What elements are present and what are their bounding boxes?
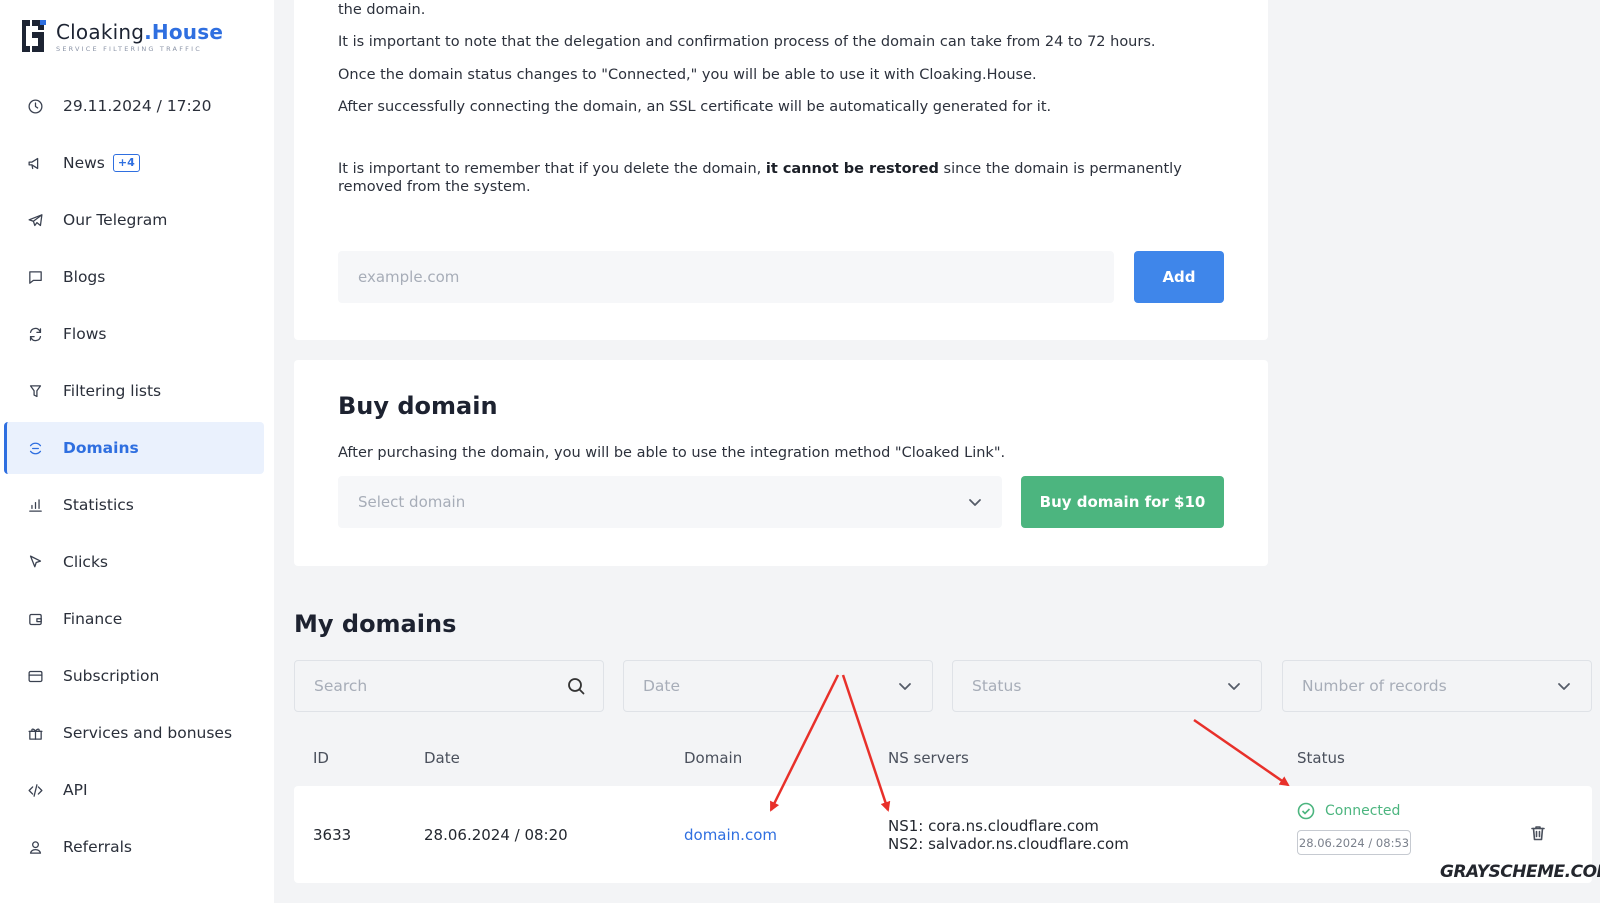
search-placeholder: Search bbox=[314, 677, 368, 695]
sidebar-item-subscription[interactable]: Subscription bbox=[4, 650, 264, 702]
delegation-text: It is important to note that the delegat… bbox=[338, 34, 1156, 50]
status-label: Connected bbox=[1325, 803, 1401, 819]
ns2-value: NS2: salvador.ns.cloudflare.com bbox=[888, 835, 1129, 853]
news-count-badge: +4 bbox=[112, 154, 140, 172]
domain-input[interactable]: example.com bbox=[338, 251, 1114, 303]
delete-domain-button[interactable] bbox=[1529, 824, 1547, 842]
buy-domain-button[interactable]: Buy domain for $10 bbox=[1021, 476, 1224, 528]
sidebar-item-news[interactable]: News +4 bbox=[4, 137, 264, 189]
chat-bubble-icon bbox=[26, 268, 44, 286]
column-header-ns-servers: NS servers bbox=[888, 749, 969, 767]
records-filter-dropdown[interactable]: Number of records bbox=[1282, 660, 1592, 712]
sidebar-item-label: Domains bbox=[63, 439, 139, 457]
select-domain-dropdown[interactable]: Select domain bbox=[338, 476, 1002, 528]
sidebar-item-filtering-lists[interactable]: Filtering lists bbox=[4, 365, 264, 417]
chevron-down-icon bbox=[1227, 679, 1241, 693]
sidebar-nav: 29.11.2024 / 17:20 News +4 Our Telegram … bbox=[4, 80, 264, 878]
sidebar-item-label: Referrals bbox=[63, 838, 132, 856]
status-filter-dropdown[interactable]: Status bbox=[952, 660, 1262, 712]
sidebar-item-referrals[interactable]: Referrals bbox=[4, 821, 264, 873]
code-icon bbox=[26, 781, 44, 799]
sidebar-item-clicks[interactable]: Clicks bbox=[4, 536, 264, 588]
chevron-down-icon bbox=[1557, 679, 1571, 693]
sidebar-item-label: Blogs bbox=[63, 268, 106, 286]
buy-domain-title: Buy domain bbox=[338, 392, 498, 420]
sidebar-item-api[interactable]: API bbox=[4, 764, 264, 816]
check-circle-icon bbox=[1297, 802, 1315, 820]
domain-link[interactable]: domain.com bbox=[684, 826, 777, 844]
logo[interactable]: Cloaking.House SERVICE FILTERING TRAFFIC bbox=[18, 18, 223, 54]
sidebar-item-flows[interactable]: Flows bbox=[4, 308, 264, 360]
sidebar-item-label: News bbox=[63, 154, 105, 172]
sidebar: Cloaking.House SERVICE FILTERING TRAFFIC… bbox=[0, 0, 274, 903]
clock-icon bbox=[26, 97, 44, 115]
connected-text: Once the domain status changes to "Conne… bbox=[338, 67, 1037, 83]
sidebar-item-blogs[interactable]: Blogs bbox=[4, 251, 264, 303]
filter-icon bbox=[26, 382, 44, 400]
sidebar-item-label: Services and bonuses bbox=[63, 724, 233, 742]
domain-icon bbox=[26, 439, 44, 457]
sidebar-datetime: 29.11.2024 / 17:20 bbox=[4, 80, 264, 132]
column-header-status: Status bbox=[1297, 749, 1345, 767]
sidebar-item-label: Subscription bbox=[63, 667, 160, 685]
search-icon bbox=[567, 677, 585, 695]
sidebar-item-statistics[interactable]: Statistics bbox=[4, 479, 264, 531]
select-domain-placeholder: Select domain bbox=[358, 493, 466, 511]
sidebar-item-label: Our Telegram bbox=[63, 211, 168, 229]
trash-icon bbox=[1531, 826, 1545, 841]
card-icon bbox=[26, 667, 44, 685]
domain-id: 3633 bbox=[313, 826, 352, 844]
my-domains-title: My domains bbox=[294, 610, 457, 638]
logo-title: Cloaking.House bbox=[56, 19, 224, 44]
column-header-date: Date bbox=[424, 749, 460, 767]
buy-domain-description: After purchasing the domain, you will be… bbox=[338, 445, 1006, 461]
add-button[interactable]: Add bbox=[1134, 251, 1224, 303]
records-filter-label: Number of records bbox=[1302, 677, 1447, 695]
sidebar-item-finance[interactable]: Finance bbox=[4, 593, 264, 645]
logo-tagline: SERVICE FILTERING TRAFFIC bbox=[56, 44, 202, 53]
cursor-icon bbox=[26, 553, 44, 571]
buy-domain-card: Buy domain After purchasing the domain, … bbox=[294, 360, 1268, 566]
chevron-down-icon bbox=[898, 679, 912, 693]
telegram-icon bbox=[26, 211, 44, 229]
sidebar-item-label: API bbox=[63, 781, 88, 799]
refresh-icon bbox=[26, 325, 44, 343]
wallet-icon bbox=[26, 610, 44, 628]
sidebar-item-label: Statistics bbox=[63, 496, 134, 514]
status-filter-label: Status bbox=[972, 677, 1022, 695]
date-filter-label: Date bbox=[643, 677, 681, 695]
sidebar-item-telegram[interactable]: Our Telegram bbox=[4, 194, 264, 246]
table-row: 3633 28.06.2024 / 08:20 domain.com NS1: … bbox=[294, 786, 1592, 883]
ssl-text: After successfully connecting the domain… bbox=[338, 99, 1052, 115]
sidebar-item-label: Clicks bbox=[63, 553, 109, 571]
search-input[interactable]: Search bbox=[294, 660, 604, 712]
delete-warning-text: It is important to remember that if you … bbox=[338, 161, 1182, 195]
sidebar-item-label: Finance bbox=[63, 610, 123, 628]
sidebar-item-label: Filtering lists bbox=[63, 382, 162, 400]
sidebar-item-domains[interactable]: Domains bbox=[4, 422, 264, 474]
user-icon bbox=[26, 838, 44, 856]
column-header-domain: Domain bbox=[684, 749, 743, 767]
megaphone-icon bbox=[26, 154, 44, 172]
arrow-to-status bbox=[1193, 718, 1290, 787]
date-filter-dropdown[interactable]: Date bbox=[623, 660, 933, 712]
ns1-value: NS1: cora.ns.cloudflare.com bbox=[888, 817, 1099, 835]
chevron-down-icon bbox=[968, 495, 982, 509]
sidebar-item-services-bonuses[interactable]: Services and bonuses bbox=[4, 707, 264, 759]
add-domain-card: NS record settings can be set in the con… bbox=[294, 0, 1268, 340]
gift-icon bbox=[26, 724, 44, 742]
ns-servers: NS1: cora.ns.cloudflare.com NS2: salvado… bbox=[888, 817, 1129, 853]
status-date-badge: 28.06.2024 / 08:53 bbox=[1297, 830, 1411, 855]
logo-mark-icon bbox=[18, 18, 48, 54]
column-header-id: ID bbox=[313, 749, 329, 767]
bar-chart-icon bbox=[26, 496, 44, 514]
status-badge: Connected bbox=[1297, 802, 1400, 820]
sidebar-item-label: Flows bbox=[63, 325, 107, 343]
domain-date: 28.06.2024 / 08:20 bbox=[424, 826, 568, 844]
ns-settings-text: NS record settings can be set in the con… bbox=[338, 2, 426, 18]
watermark: GRAYSCHEME.COM bbox=[1440, 862, 1600, 882]
datetime-label: 29.11.2024 / 17:20 bbox=[63, 97, 212, 115]
